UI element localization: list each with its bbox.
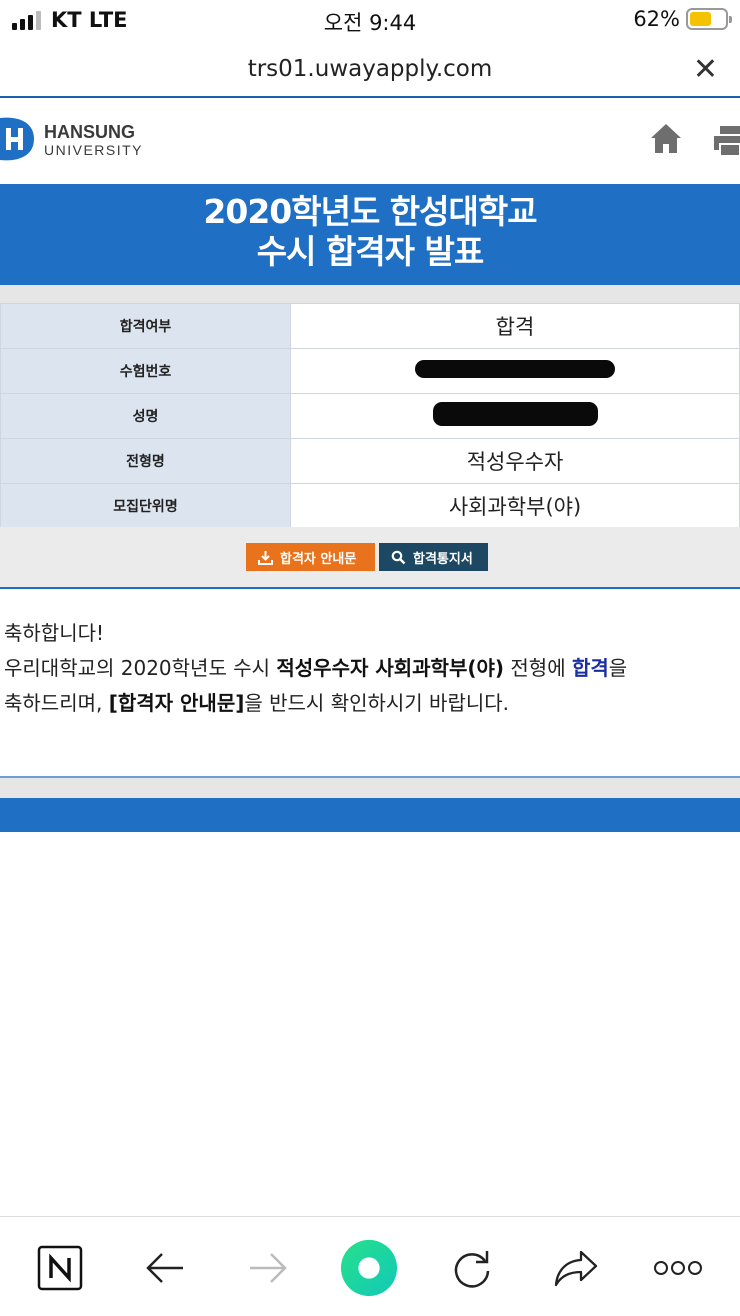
table-row: 합격여부 합격: [0, 303, 740, 349]
pass-guide-label: 합격자 안내문: [280, 551, 357, 567]
text-span: 우리대학교의 2020학년도 수시: [4, 656, 277, 680]
result-table: 합격여부 합격 수험번호 성명 전형명 적성우수자 모집단위명 사회과학부(야): [0, 303, 740, 529]
row-label: 합격여부: [0, 303, 291, 349]
table-row: 모집단위명 사회과학부(야): [0, 483, 740, 529]
more-icon: [654, 1261, 702, 1275]
download-icon: [258, 550, 273, 565]
refresh-icon: [454, 1251, 490, 1288]
browser-toolbar: [0, 1216, 740, 1316]
page-title-line1: 2020학년도 한성대학교: [203, 192, 537, 231]
more-button[interactable]: [648, 1239, 708, 1297]
share-icon: [554, 1250, 598, 1287]
message-line3: 축하드리며, [합격자 안내문]을 반드시 확인하시기 바랍니다.: [4, 686, 734, 721]
pass-status-value: 합격: [290, 303, 740, 349]
clock: 오전 9:44: [323, 11, 417, 35]
pass-highlight: 합격: [571, 656, 609, 680]
naver-home-button[interactable]: [30, 1239, 90, 1297]
admission-highlight: 적성우수자 사회과학부(야): [276, 656, 505, 680]
text-span: 축하드리며,: [4, 691, 109, 715]
forward-button[interactable]: [238, 1239, 298, 1297]
pass-notice-label: 합격통지서: [413, 551, 473, 567]
search-icon: [391, 550, 406, 564]
table-row: 전형명 적성우수자: [0, 438, 740, 484]
arrow-left-icon: [146, 1253, 183, 1283]
page-title-line2: 수시 합격자 발표: [256, 232, 485, 271]
text-span: 을: [608, 656, 628, 680]
page-title-banner: 2020학년도 한성대학교 수시 합격자 발표: [0, 184, 740, 285]
name-value: [290, 393, 740, 439]
back-button[interactable]: [135, 1239, 195, 1297]
row-label: 모집단위명: [0, 483, 291, 529]
text-span: 전형에: [504, 656, 572, 680]
browser-url-bar: trs01.uwayapply.com ✕: [0, 40, 740, 98]
department-value: 사회과학부(야): [290, 483, 740, 529]
pass-notice-button[interactable]: 합격통지서: [379, 543, 488, 571]
spacer-bar: [0, 285, 740, 303]
status-bar: KT LTE 오전 9:44 62%: [0, 0, 740, 40]
battery-percent: 62%: [633, 7, 680, 31]
footer-spacer: [0, 778, 740, 798]
refresh-button[interactable]: [442, 1239, 502, 1297]
pass-guide-button[interactable]: 합격자 안내문: [246, 543, 375, 571]
row-label: 성명: [0, 393, 291, 439]
battery-icon: [686, 8, 732, 30]
text-span: 을 반드시 확인하시기 바랍니다.: [244, 691, 510, 715]
redaction-mark: [432, 401, 598, 426]
action-bar: 합격자 안내문 합격통지서: [0, 527, 740, 589]
message-line1: 축하합니다!: [4, 621, 105, 645]
admission-type-value: 적성우수자: [290, 438, 740, 484]
exam-number-value: [290, 348, 740, 394]
table-row: 수험번호: [0, 348, 740, 394]
home-icon[interactable]: [650, 122, 682, 154]
site-header: HANSUNG UNIVERSITY: [0, 100, 740, 184]
hansung-logo[interactable]: HANSUNG UNIVERSITY: [0, 114, 170, 164]
close-icon[interactable]: ✕: [693, 52, 718, 87]
logo-sub: UNIVERSITY: [44, 142, 143, 158]
green-dot-button[interactable]: [339, 1239, 399, 1297]
logo-name: HANSUNG: [44, 122, 135, 142]
row-label: 전형명: [0, 438, 291, 484]
message-line2: 우리대학교의 2020학년도 수시 적성우수자 사회과학부(야) 전형에 합격을: [4, 651, 734, 686]
arrow-right-icon: [250, 1253, 287, 1283]
share-button[interactable]: [546, 1239, 606, 1297]
footer-bar: [0, 798, 740, 832]
print-icon[interactable]: [714, 126, 740, 156]
table-row: 성명: [0, 393, 740, 439]
url-text[interactable]: trs01.uwayapply.com: [0, 56, 740, 82]
redaction-mark: [415, 360, 615, 378]
guide-reference: [합격자 안내문]: [108, 691, 245, 715]
naver-icon: [37, 1245, 83, 1291]
congrats-message: 축하합니다! 우리대학교의 2020학년도 수시 적성우수자 사회과학부(야) …: [4, 616, 734, 721]
battery-group: 62%: [633, 7, 732, 31]
row-label: 수험번호: [0, 348, 291, 394]
green-dot-icon: [340, 1239, 398, 1297]
